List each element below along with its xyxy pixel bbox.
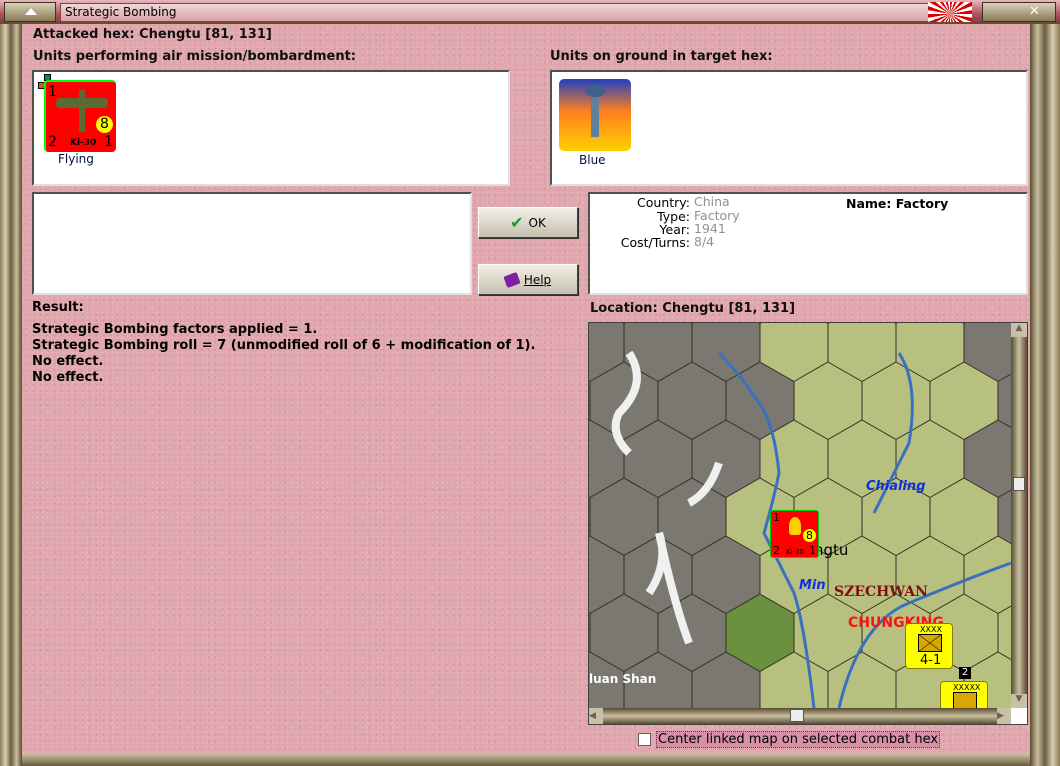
horizontal-scroll-thumb[interactable]	[790, 709, 804, 722]
chinese-army-group-counter[interactable]: XXXXX	[940, 681, 988, 711]
unit-size: XXXX	[920, 625, 942, 634]
ground-unit-card[interactable]: Blue	[559, 79, 631, 169]
ground-units-list[interactable]: Blue	[550, 70, 1028, 186]
unit-name: Ki-30	[70, 138, 97, 148]
ok-label: OK	[528, 215, 546, 230]
cost-label: Cost/Turns:	[620, 235, 690, 250]
close-button[interactable]: ✕	[982, 2, 1056, 22]
location-label: Location: Chengtu [81, 131]	[590, 301, 796, 316]
close-icon: ✕	[1029, 4, 1040, 19]
range-value: 8	[96, 116, 113, 133]
help-label: Help	[523, 272, 552, 287]
range-value: 8	[803, 529, 816, 542]
scroll-up-button[interactable]: ▲	[1011, 323, 1027, 337]
minimize-button[interactable]	[4, 2, 56, 22]
help-button[interactable]: Help	[478, 264, 578, 295]
result-label: Result:	[32, 300, 84, 315]
message-box	[32, 192, 472, 295]
air-unit-card[interactable]: 1 8 2 Ki-30 1 Flying	[38, 74, 118, 174]
map-view[interactable]: Chialing ngtu Min SZECHWAN CHUNGKING lua…	[588, 322, 1028, 725]
smoke	[585, 85, 605, 97]
right-frame	[1030, 24, 1060, 766]
attack-value: 1	[48, 84, 57, 100]
map-label-chengtu: ngtu	[814, 541, 848, 559]
fire-icon	[789, 517, 801, 535]
attack-value: 1	[773, 511, 780, 524]
result-line: No effect.	[32, 354, 104, 369]
window-title: Strategic Bombing	[60, 3, 930, 22]
air-units-list[interactable]: 1 8 2 Ki-30 1 Flying	[32, 70, 510, 186]
map-label-min: Min	[799, 578, 826, 593]
checkmark-icon: ✔	[510, 213, 524, 232]
target-info-box: Country: China Type: Factory Year: 1941 Cos…	[588, 192, 1028, 295]
vertical-scrollbar[interactable]: ▲ ▼	[1011, 323, 1027, 708]
scroll-left-button[interactable]: ◀	[589, 708, 603, 724]
result-line: No effect.	[32, 370, 104, 385]
horizontal-scrollbar[interactable]: ◀ ▶	[589, 708, 1011, 724]
bottom-frame	[22, 754, 1030, 766]
title-bar: Strategic Bombing ✕	[0, 0, 1060, 24]
scroll-down-button[interactable]: ▼	[1011, 694, 1027, 708]
target-name: Name: Factory	[846, 196, 949, 211]
defense-value: 2	[773, 544, 780, 557]
map-label-chialing: Chialing	[866, 479, 926, 494]
ground-unit-name: Blue	[579, 153, 606, 167]
smokestack	[591, 97, 599, 137]
move-value: 1	[809, 544, 816, 557]
help-book-icon	[503, 271, 521, 288]
result-line: Strategic Bombing roll = 7 (unmodified r…	[32, 338, 536, 353]
vertical-scroll-thumb[interactable]	[1013, 477, 1025, 491]
stack-count-badge: 2	[959, 667, 971, 679]
defense-value: 2	[48, 134, 57, 150]
result-line: Strategic Bombing factors applied = 1.	[32, 322, 318, 337]
move-value: 1	[104, 134, 113, 150]
rising-sun-flag-icon	[928, 2, 972, 22]
unit-size: XXXXX	[953, 683, 981, 692]
country-label: Country:	[637, 195, 690, 210]
map-label-szechwan: SZECHWAN	[834, 584, 928, 600]
triangle-up-icon	[25, 8, 37, 15]
air-units-label: Units performing air mission/bombardment…	[33, 49, 357, 64]
scroll-right-button[interactable]: ▶	[997, 708, 1011, 724]
infantry-icon	[918, 634, 942, 652]
fuselage	[79, 90, 85, 132]
unit-name: Ki-30	[786, 548, 804, 556]
center-map-checkbox[interactable]	[638, 733, 651, 746]
map-air-counter[interactable]: 1 8 2 Ki-30 1	[770, 510, 819, 558]
factory-icon	[559, 79, 631, 151]
attacked-hex-label: Attacked hex: Chengtu [81, 131]	[33, 27, 272, 42]
left-frame	[0, 24, 22, 766]
cost-value: 8/4	[694, 234, 715, 249]
ground-units-label: Units on ground in target hex:	[550, 49, 773, 64]
ok-button[interactable]: ✔ OK	[478, 207, 578, 238]
chinese-army-counter[interactable]: XXXX 4-1	[905, 623, 953, 669]
unit-status: Flying	[58, 152, 94, 166]
ki30-counter: 1 8 2 Ki-30 1	[44, 80, 116, 152]
country-value: China	[694, 194, 730, 209]
map-label-luan-shan: luan Shan	[589, 672, 656, 686]
unit-strength: 4-1	[920, 653, 942, 668]
center-map-checkbox-label[interactable]: Center linked map on selected combat hex	[656, 731, 941, 748]
